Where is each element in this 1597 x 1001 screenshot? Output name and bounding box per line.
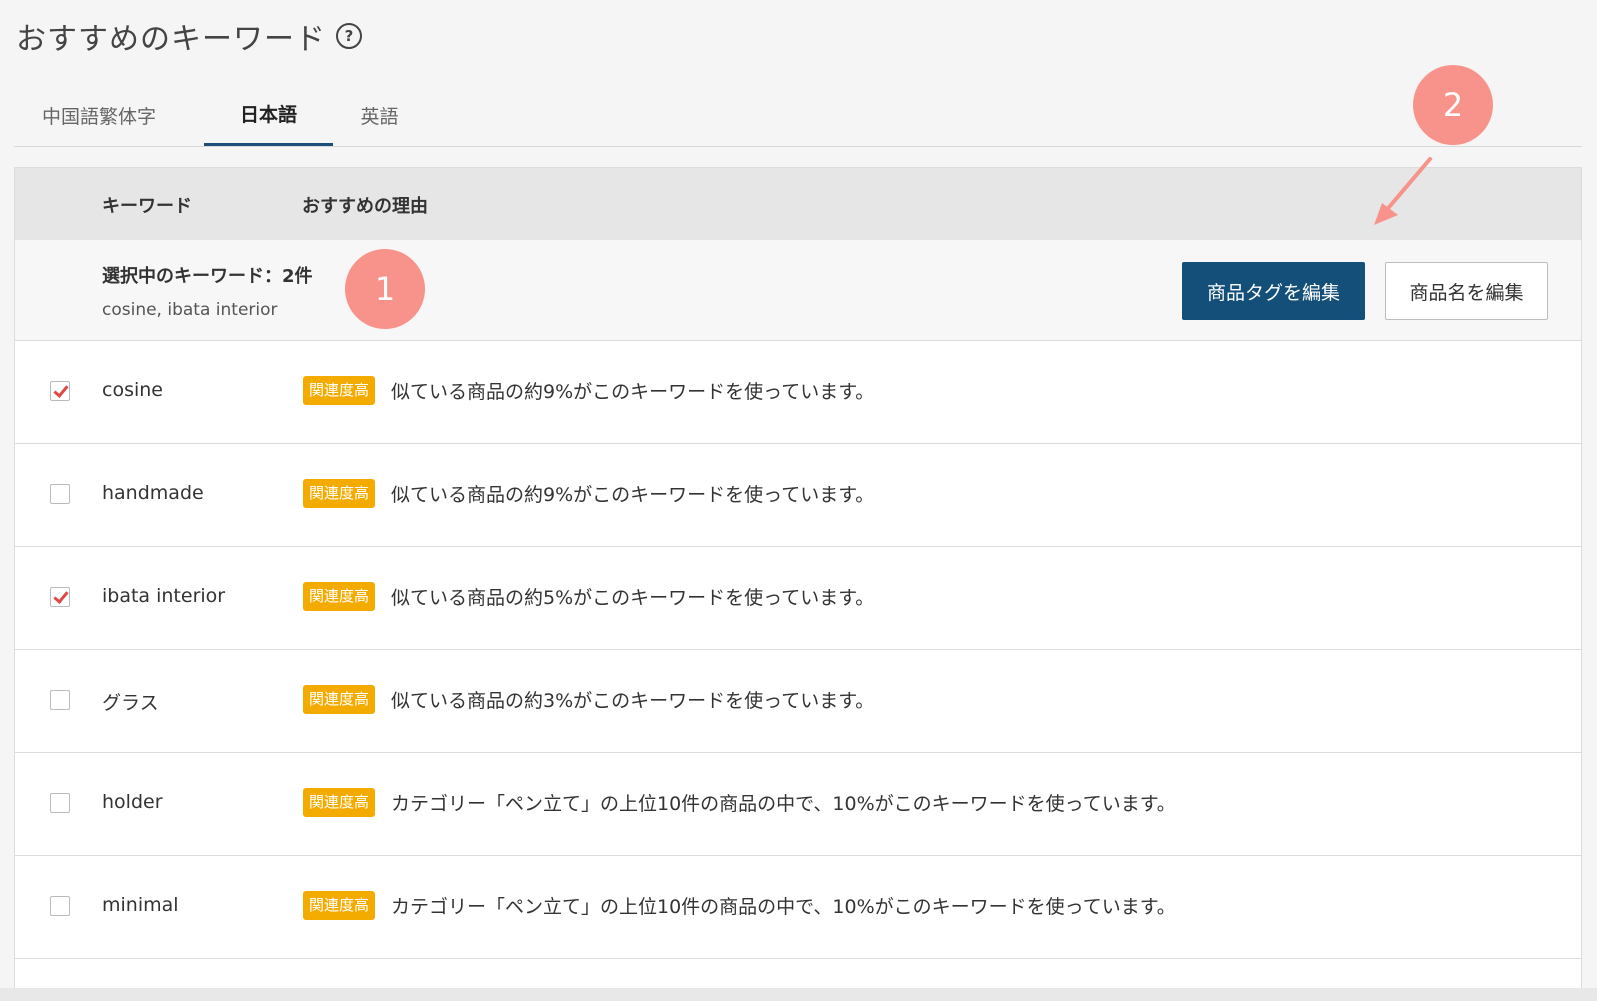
relevance-badge: 関連度高 — [303, 891, 376, 920]
relevance-badge: 関連度高 — [303, 582, 376, 611]
keyword-text: cosine — [102, 379, 163, 401]
keyword-checkbox[interactable] — [50, 381, 70, 401]
tab-traditional-chinese[interactable]: 中国語繁体字 — [14, 84, 184, 146]
header-keyword: キーワード — [102, 196, 192, 217]
relevance-badge: 関連度高 — [303, 479, 376, 508]
reason-text: カテゴリー「ペン立て」の上位10件の商品の中で、10%がこのキーワードを使ってい… — [391, 793, 1176, 815]
selection-bar: 選択中のキーワード：2件 cosine, ibata interior 商品タグ… — [15, 240, 1581, 341]
relevance-badge: 関連度高 — [303, 788, 376, 817]
keyword-text: holder — [102, 791, 163, 813]
annotation-marker-1: 1 — [345, 249, 425, 329]
selected-keywords-list: cosine, ibata interior — [102, 300, 278, 320]
table-row: handmade 関連度高 似ている商品の約9%がこのキーワードを使っています。 — [15, 444, 1581, 547]
relevance-badge: 関連度高 — [303, 376, 376, 405]
keyword-text: minimal — [102, 894, 179, 916]
edit-product-name-button[interactable]: 商品名を編集 — [1385, 262, 1548, 320]
keyword-text: handmade — [102, 482, 204, 504]
keyword-checkbox[interactable] — [50, 484, 70, 504]
table-header: キーワード おすすめの理由 — [15, 168, 1581, 240]
table-row: holder 関連度高 カテゴリー「ペン立て」の上位10件の商品の中で、10%がこの… — [15, 753, 1581, 856]
table-row: ibata interior 関連度高 似ている商品の約5%がこのキーワードを使って… — [15, 547, 1581, 650]
keyword-checkbox[interactable] — [50, 793, 70, 813]
bottom-edge — [0, 988, 1597, 1001]
tab-english[interactable]: 英語 — [333, 84, 426, 146]
table-body: cosine 関連度高 似ている商品の約9%がこのキーワードを使っています。 hand… — [15, 341, 1581, 959]
annotation-marker-2: 2 — [1413, 65, 1493, 145]
table-row: cosine 関連度高 似ている商品の約9%がこのキーワードを使っています。 — [15, 341, 1581, 444]
reason-text: カテゴリー「ペン立て」の上位10件の商品の中で、10%がこのキーワードを使ってい… — [391, 896, 1176, 918]
relevance-badge: 関連度高 — [303, 685, 376, 714]
header-reason: おすすめの理由 — [302, 196, 428, 217]
page-title-text: おすすめのキーワード — [16, 22, 326, 57]
keyword-text: グラス — [102, 692, 159, 714]
reason-text: 似ている商品の約3%がこのキーワードを使っています。 — [391, 690, 875, 712]
tab-japanese[interactable]: 日本語 — [204, 84, 333, 146]
language-tabs: 中国語繁体字 日本語 英語 — [14, 84, 1582, 147]
keyword-checkbox[interactable] — [50, 690, 70, 710]
edit-product-tags-button[interactable]: 商品タグを編集 — [1182, 262, 1365, 320]
reason-text: 似ている商品の約5%がこのキーワードを使っています。 — [391, 587, 875, 609]
reason-text: 似ている商品の約9%がこのキーワードを使っています。 — [391, 484, 875, 506]
keyword-table: キーワード おすすめの理由 選択中のキーワード：2件 cosine, ibata… — [14, 167, 1582, 989]
reason-text: 似ている商品の約9%がこのキーワードを使っています。 — [391, 381, 875, 403]
table-row: minimal 関連度高 カテゴリー「ペン立て」の上位10件の商品の中で、10%がこ… — [15, 856, 1581, 959]
table-row: グラス 関連度高 似ている商品の約3%がこのキーワードを使っています。 — [15, 650, 1581, 753]
help-icon[interactable]: ? — [336, 23, 362, 49]
keyword-text: ibata interior — [102, 585, 226, 607]
annotation-arrow-icon — [1374, 157, 1432, 225]
selected-count: 選択中のキーワード：2件 — [102, 266, 313, 287]
keyword-checkbox[interactable] — [50, 896, 70, 916]
keyword-checkbox[interactable] — [50, 587, 70, 607]
page-title: おすすめのキーワード ? — [16, 14, 362, 58]
